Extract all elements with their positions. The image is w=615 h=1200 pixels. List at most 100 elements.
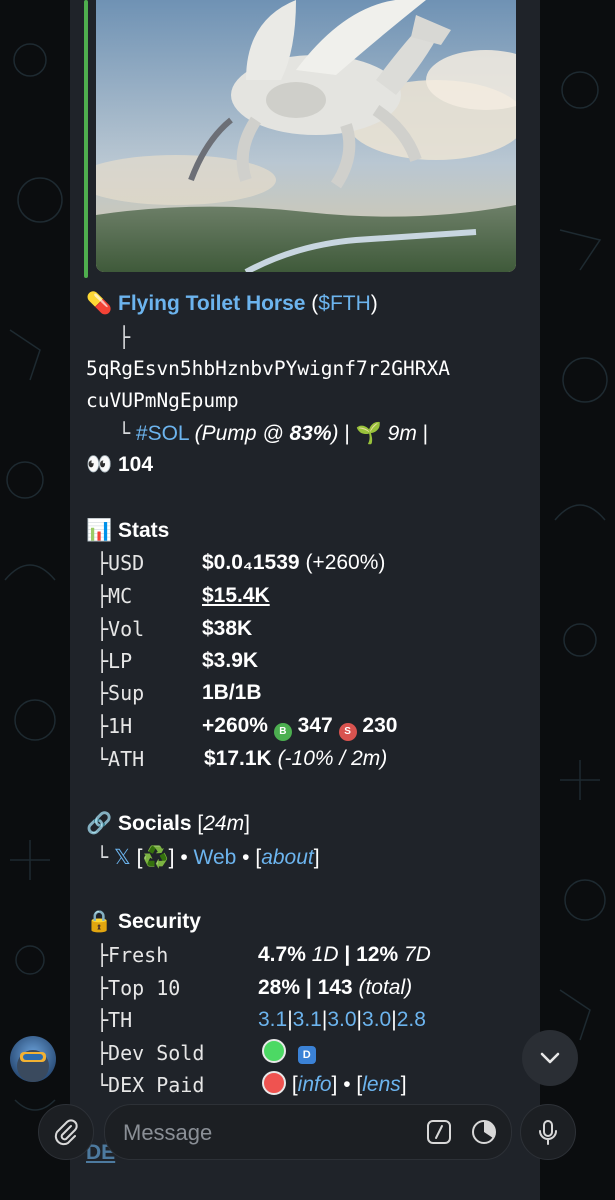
message-input[interactable] (121, 1117, 415, 1149)
separator: • (337, 1073, 357, 1096)
top-holder-link[interactable]: 3.1 (293, 1008, 322, 1031)
fresh-7d-value: 12% (356, 943, 399, 966)
dev-badge-icon[interactable]: D (297, 1046, 316, 1064)
ticker-link[interactable]: $FTH (318, 292, 371, 315)
stat-value: $3.9K (202, 649, 259, 672)
token-image[interactable] (96, 0, 516, 272)
voice-message-button[interactable] (520, 1104, 576, 1160)
ticker-open: ( (305, 292, 319, 315)
stat-value: $17.1K (204, 747, 272, 770)
holders-count: 104 (118, 453, 154, 476)
bar-chart-icon: 📊 (86, 519, 113, 542)
buys-badge-icon: B (273, 723, 292, 741)
separator: | (338, 943, 357, 966)
pegasus-toilet-illustration (96, 0, 516, 272)
bracket: ] (400, 1073, 407, 1096)
pump-percent: 83% (289, 422, 332, 445)
bracket: ] (313, 846, 320, 869)
x-link[interactable]: 𝕏 (114, 846, 131, 869)
about-link[interactable]: about (261, 846, 314, 869)
sender-avatar[interactable] (10, 1036, 56, 1082)
security-title: Security (118, 910, 201, 933)
market-cap-link[interactable]: $15.4K (202, 581, 270, 611)
bracket: ] (244, 812, 250, 835)
bracket: [ (286, 1073, 298, 1096)
token-name-link[interactable]: Flying Toilet Horse (118, 292, 305, 315)
stats-title: Stats (118, 519, 170, 542)
top10-value: 28% (258, 976, 301, 999)
top-holders-list: 3.1|3.1|3.0|3.0|2.8 (258, 1008, 426, 1031)
reply-accent-bar (84, 0, 88, 278)
socials-links-line: └ 𝕏 [♻️] • Web • [about] (96, 844, 320, 871)
web-link[interactable]: Web (194, 846, 237, 869)
pump-suffix: ) (331, 422, 339, 445)
eyes-icon: 👀 (86, 453, 113, 476)
bracket: [ (191, 812, 204, 835)
stats-heading: 📊 Stats (86, 518, 169, 544)
stat-value: $0.0₄1539 (202, 551, 300, 574)
lens-link[interactable]: lens (362, 1073, 401, 1096)
paperclip-icon (54, 1119, 78, 1146)
commands-button[interactable] (425, 1118, 453, 1151)
top-holder-link[interactable]: 2.8 (397, 1008, 426, 1031)
stat-key: LP (108, 649, 133, 673)
timer-button[interactable] (469, 1117, 499, 1152)
ticker-close: ) (370, 292, 378, 315)
stat-value: +260% (202, 714, 268, 737)
separator: | (300, 976, 318, 999)
top-holder-link[interactable]: 3.0 (327, 1008, 356, 1031)
stat-extra: (+260%) (299, 551, 386, 574)
bracket: [ (130, 846, 143, 869)
buys-count: 347 (297, 714, 333, 737)
stat-key: MC (108, 584, 133, 608)
stat-value: 1B/1B (202, 681, 262, 704)
stat-extra: (-10% / 2m) (277, 747, 388, 770)
security-key: DEX Paid (108, 1073, 205, 1097)
socials-heading: 🔗 Socials [24m] (86, 811, 250, 837)
stat-key: 1H (108, 714, 133, 738)
red-circle-icon (262, 1071, 286, 1095)
scroll-to-bottom-button[interactable] (522, 1030, 578, 1086)
pill-icon: 💊 (86, 292, 113, 315)
security-key: Dev Sold (108, 1041, 205, 1065)
socials-title: Socials (118, 812, 192, 835)
info-link[interactable]: info (298, 1073, 332, 1096)
recycle-icon[interactable]: ♻️ (142, 846, 168, 869)
pump-prefix: (Pump @ (194, 422, 290, 445)
security-key: TH (108, 1008, 133, 1032)
top-holder-link[interactable]: 3.0 (362, 1008, 391, 1031)
separator: • (236, 846, 256, 869)
fresh-1d-label: 1D (305, 943, 339, 966)
contract-address-line-2[interactable]: cuVUPmNgEpump (86, 388, 239, 414)
contract-address-line-1[interactable]: 5qRgEsvn5hbHznbvPYwignf7r2GHRXA (86, 356, 450, 382)
chevron-down-icon (540, 1052, 560, 1064)
message-composer (104, 1104, 512, 1160)
stat-value: $38K (202, 617, 253, 640)
message-photo-container (84, 0, 518, 278)
attach-button[interactable] (38, 1104, 94, 1160)
fresh-7d-label: 7D (398, 943, 431, 966)
lock-icon: 🔒 (86, 910, 113, 933)
stat-key: Vol (108, 617, 145, 641)
link-icon: 🔗 (86, 812, 113, 835)
holders-total: 143 (317, 976, 353, 999)
slash-command-icon (427, 1120, 451, 1144)
security-key: Top 10 (108, 976, 181, 1000)
address-tree: ├ (118, 325, 131, 349)
green-circle-icon (262, 1039, 286, 1063)
clock-icon (472, 1120, 496, 1144)
top-holder-link[interactable]: 3.1 (258, 1008, 287, 1031)
microphone-icon (539, 1120, 557, 1145)
security-key: Fresh (108, 943, 169, 967)
seedling-icon: 🌱 (355, 422, 382, 445)
token-title-line: 💊 Flying Toilet Horse ($FTH) (86, 291, 378, 317)
sells-count: 230 (362, 714, 398, 737)
sol-hashtag[interactable]: #SOL (136, 422, 189, 445)
separator: • (174, 846, 194, 869)
sells-badge-icon: S (338, 723, 357, 741)
tree-branch: └ (96, 845, 109, 869)
fresh-1d-value: 4.7% (258, 943, 306, 966)
separator: | (416, 422, 429, 445)
socials-age: 24m (203, 812, 245, 835)
separator: | (338, 422, 356, 445)
